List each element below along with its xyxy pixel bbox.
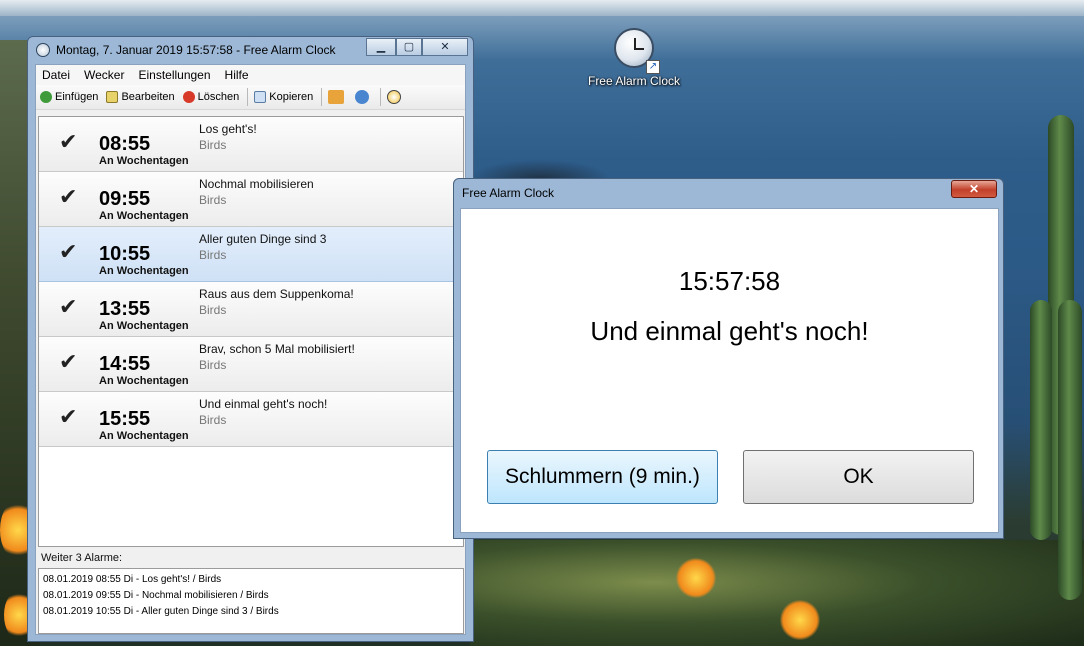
next-alarms-heading: Weiter 3 Alarme:	[41, 552, 123, 564]
alarm-sound: Birds	[199, 248, 227, 262]
desktop-flower	[676, 558, 716, 598]
delete-icon	[182, 91, 195, 103]
alarm-label: Brav, schon 5 Mal mobilisiert!	[199, 342, 355, 356]
close-button[interactable]: ✕	[422, 38, 468, 56]
next-alarm-item: 08.01.2019 08:55 Di - Los geht's! / Bird…	[43, 574, 222, 585]
edit-button-label: Bearbeiten	[121, 91, 175, 103]
add-button-label: Einfügen	[55, 91, 99, 103]
desktop-flower	[780, 600, 820, 640]
maximize-button[interactable]: ▢	[396, 38, 422, 56]
main-window-titlebar[interactable]: Montag, 7. Januar 2019 15:57:58 - Free A…	[28, 37, 473, 63]
alarm-enabled-checkbox[interactable]: ✔	[59, 241, 77, 263]
alarm-row[interactable]: ✔ 08:55 An Wochentagen Los geht's! Birds	[39, 117, 463, 172]
alarm-dialog: Free Alarm Clock ✕ 15:57:58 Und einmal g…	[453, 178, 1004, 539]
alarm-clock-icon	[387, 90, 402, 104]
copy-button-label: Kopieren	[269, 91, 314, 103]
alarm-sound: Birds	[199, 358, 227, 372]
alarm-enabled-checkbox[interactable]: ✔	[59, 186, 77, 208]
alarm-message: Und einmal geht's noch!	[590, 316, 869, 346]
help-icon	[355, 90, 370, 104]
clock-icon: ↗	[614, 28, 660, 74]
main-window-title: Montag, 7. Januar 2019 15:57:58 - Free A…	[56, 43, 336, 57]
alarm-clock-button[interactable]	[387, 90, 404, 104]
alarm-label: Aller guten Dinge sind 3	[199, 232, 327, 246]
alarm-row[interactable]: ✔ 15:55 An Wochentagen Und einmal geht's…	[39, 392, 463, 447]
desktop-shortcut-label: Free Alarm Clock	[587, 74, 681, 88]
alarm-label: Los geht's!	[199, 122, 257, 136]
alarm-days: An Wochentagen	[99, 320, 189, 332]
alarm-time: 08:55	[99, 133, 151, 155]
menu-hilfe[interactable]: Hilfe	[225, 68, 249, 82]
dialog-close-button[interactable]: ✕	[951, 180, 997, 198]
alarm-time: 15:55	[99, 408, 151, 430]
alarm-list: ✔ 08:55 An Wochentagen Los geht's! Birds…	[38, 116, 464, 547]
copy-icon	[254, 91, 267, 103]
edit-button[interactable]: Bearbeiten	[106, 91, 175, 103]
alarm-row[interactable]: ✔ 13:55 An Wochentagen Raus aus dem Supp…	[39, 282, 463, 337]
alarm-row[interactable]: ✔ 14:55 An Wochentagen Brav, schon 5 Mal…	[39, 337, 463, 392]
copy-button[interactable]: Kopieren	[254, 91, 313, 103]
alarm-label: Raus aus dem Suppenkoma!	[199, 287, 354, 301]
alarm-time: 10:55	[99, 243, 151, 265]
desktop-shortcut-free-alarm-clock[interactable]: ↗ Free Alarm Clock	[580, 28, 688, 98]
add-icon	[40, 91, 52, 103]
add-button[interactable]: Einfügen	[40, 91, 98, 103]
minimize-button[interactable]: ▁	[366, 38, 396, 56]
menu-datei[interactable]: Datei	[42, 68, 70, 82]
snooze-button[interactable]: Schlummern (9 min.)	[487, 450, 718, 504]
menu-bar: Datei Wecker Einstellungen Hilfe	[36, 65, 465, 85]
menu-einstellungen[interactable]: Einstellungen	[138, 68, 210, 82]
next-alarm-item: 08.01.2019 09:55 Di - Nochmal mobilisier…	[43, 590, 269, 601]
next-alarms-list[interactable]: 08.01.2019 08:55 Di - Los geht's! / Bird…	[38, 568, 464, 634]
edit-icon	[106, 91, 119, 103]
desktop-cactus	[1030, 300, 1052, 540]
alarm-enabled-checkbox[interactable]: ✔	[59, 351, 77, 373]
toolbar-separator	[247, 88, 249, 106]
alarm-days: An Wochentagen	[99, 265, 189, 277]
alarm-time: 13:55	[99, 298, 151, 320]
alarm-enabled-checkbox[interactable]: ✔	[59, 131, 77, 153]
desktop-cactus	[1058, 300, 1082, 600]
help-button[interactable]	[355, 90, 372, 104]
alarm-row-selected[interactable]: ✔ 10:55 An Wochentagen Aller guten Dinge…	[39, 227, 463, 282]
delete-button-label: Löschen	[197, 91, 240, 103]
alarm-row[interactable]: ✔ 09:55 An Wochentagen Nochmal mobilisie…	[39, 172, 463, 227]
alarm-dialog-content: 15:57:58 Und einmal geht's noch! Schlumm…	[460, 208, 999, 533]
ok-button[interactable]: OK	[743, 450, 974, 504]
toolbar-separator	[380, 88, 382, 106]
home-icon	[328, 90, 345, 104]
alarm-enabled-checkbox[interactable]: ✔	[59, 406, 77, 428]
alarm-days: An Wochentagen	[99, 430, 189, 442]
alarm-current-time: 15:57:58	[678, 266, 781, 296]
alarm-sound: Birds	[199, 138, 227, 152]
desktop-sea-horizon	[0, 0, 1084, 16]
home-button[interactable]	[328, 90, 347, 104]
alarm-sound: Birds	[199, 413, 227, 427]
alarm-time: 14:55	[99, 353, 151, 375]
alarm-dialog-title: Free Alarm Clock	[462, 186, 555, 200]
alarm-days: An Wochentagen	[99, 155, 189, 167]
main-window-content: Datei Wecker Einstellungen Hilfe Einfüge…	[35, 64, 466, 635]
next-alarm-item: 08.01.2019 10:55 Di - Aller guten Dinge …	[43, 606, 279, 617]
shortcut-arrow-icon: ↗	[646, 60, 660, 74]
alarm-sound: Birds	[199, 303, 227, 317]
delete-button[interactable]: Löschen	[182, 91, 240, 103]
alarm-time: 09:55	[99, 188, 151, 210]
alarm-sound: Birds	[199, 193, 227, 207]
alarm-enabled-checkbox[interactable]: ✔	[59, 296, 77, 318]
alarm-days: An Wochentagen	[99, 375, 189, 387]
toolbar-separator	[321, 88, 323, 106]
app-clock-icon[interactable]	[36, 43, 50, 57]
alarm-days: An Wochentagen	[99, 210, 189, 222]
alarm-label: Nochmal mobilisieren	[199, 177, 314, 191]
alarm-label: Und einmal geht's noch!	[199, 397, 328, 411]
menu-wecker[interactable]: Wecker	[84, 68, 124, 82]
main-window: Montag, 7. Januar 2019 15:57:58 - Free A…	[27, 36, 474, 642]
toolbar: Einfügen Bearbeiten Löschen Kopieren	[36, 85, 465, 110]
desktop-shore-bottom	[470, 540, 1084, 646]
